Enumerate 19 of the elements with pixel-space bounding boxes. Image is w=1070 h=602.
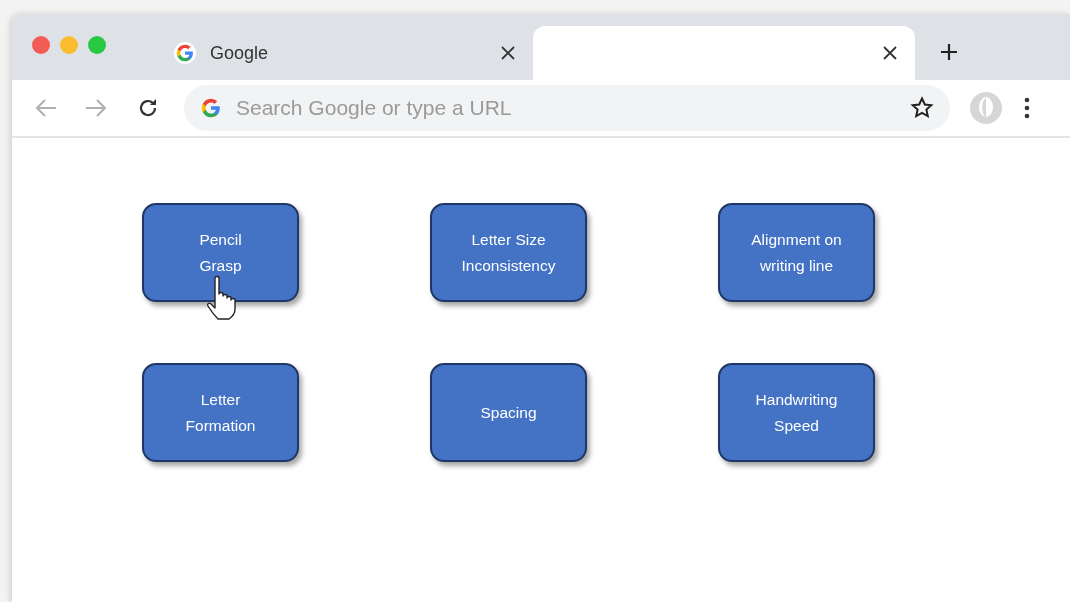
profile-avatar-icon[interactable] bbox=[970, 92, 1002, 124]
close-icon[interactable] bbox=[883, 46, 897, 60]
topic-button[interactable]: Handwriting Speed bbox=[718, 363, 875, 462]
topic-button[interactable]: Alignment on writing line bbox=[718, 203, 875, 302]
forward-arrow-icon[interactable] bbox=[84, 98, 108, 118]
topic-button[interactable]: Pencil Grasp bbox=[142, 203, 299, 302]
tab-title: Google bbox=[210, 41, 269, 65]
back-arrow-icon[interactable] bbox=[34, 98, 58, 118]
more-menu-icon[interactable] bbox=[1024, 96, 1030, 120]
topic-button[interactable]: Spacing bbox=[430, 363, 587, 462]
address-input[interactable]: Search Google or type a URL bbox=[236, 92, 910, 124]
google-logo-icon bbox=[200, 97, 222, 119]
address-bar[interactable]: Search Google or type a URL bbox=[184, 85, 950, 131]
star-icon[interactable] bbox=[910, 96, 934, 120]
topic-button[interactable]: Letter Formation bbox=[142, 363, 299, 462]
google-logo-icon bbox=[174, 42, 196, 64]
close-icon[interactable] bbox=[501, 46, 515, 60]
plus-icon bbox=[939, 42, 959, 62]
topic-button[interactable]: Letter Size Inconsistency bbox=[430, 203, 587, 302]
